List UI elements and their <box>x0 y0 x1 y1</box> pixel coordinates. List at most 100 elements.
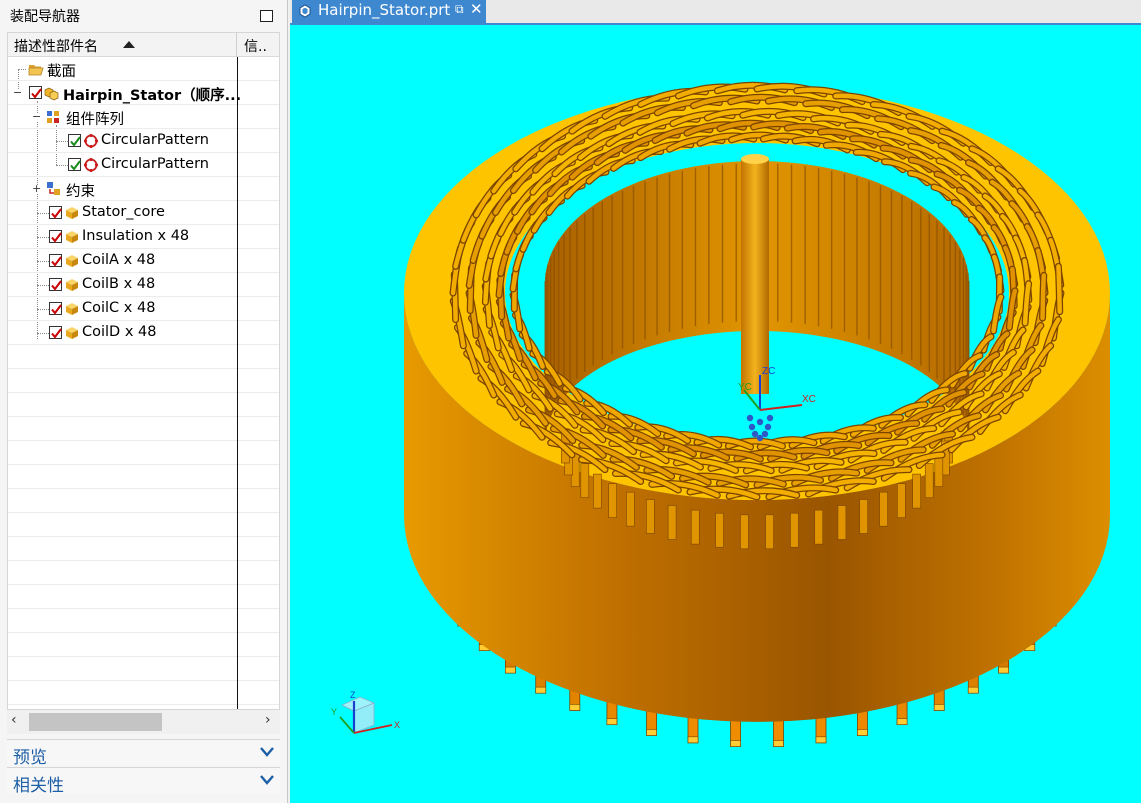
bore-hairpin <box>897 483 906 518</box>
assembly-tree[interactable]: 描述性部件名 信.. 截面 − Hairpin_Stator（顺序... − 组… <box>7 32 280 710</box>
checkbox-checked-red-icon[interactable] <box>49 230 62 243</box>
hairpin-stator-model[interactable]: ZC YC XC Z Y X <box>290 25 1141 803</box>
wcs-handle <box>756 434 764 442</box>
constraints-icon <box>47 182 60 195</box>
wcs-handle <box>746 414 754 422</box>
tree-row-constraints[interactable]: + 约束 <box>8 177 279 201</box>
bore-hairpin <box>626 491 635 527</box>
zc-label: ZC <box>762 366 775 377</box>
tree-row-coil-b[interactable]: CoilB x 48 <box>8 273 279 297</box>
tree-empty-row <box>8 441 279 465</box>
tab-hairpin-stator[interactable]: Hairpin_Stator.prt ⧉ ✕ <box>292 0 486 23</box>
part-icon <box>66 303 78 315</box>
checkbox-checked-red-icon[interactable] <box>49 254 62 267</box>
hairpin-leg-tip <box>687 736 699 744</box>
tree-row-label: Stator_core <box>82 204 165 220</box>
xc-label: XC <box>802 394 816 405</box>
sort-ascending-icon[interactable] <box>123 41 135 48</box>
tree-row-coil-a[interactable]: CoilA x 48 <box>8 249 279 273</box>
part-icon <box>66 279 78 291</box>
hairpin-crown <box>1056 264 1062 314</box>
navigator-title: 装配导航器 <box>10 9 80 25</box>
tree-row-label: 组件阵列 <box>66 112 124 128</box>
view-orientation-triad[interactable]: Z Y X <box>331 690 400 734</box>
wcs-handle <box>766 414 774 422</box>
tree-empty-row <box>8 681 279 705</box>
close-icon[interactable]: ✕ <box>470 0 483 18</box>
tree-row-insulation[interactable]: Insulation x 48 <box>8 225 279 249</box>
checkbox-checked-red-icon[interactable] <box>49 326 62 339</box>
maximize-icon[interactable] <box>260 10 273 22</box>
tree-empty-row <box>8 585 279 609</box>
collapse-icon[interactable]: − <box>32 111 41 122</box>
y-axis-label: Y <box>331 707 337 717</box>
tree-row-label: CoilC x 48 <box>82 300 156 316</box>
scrollbar-thumb[interactable] <box>29 713 162 731</box>
checkbox-checked-red-icon[interactable] <box>49 206 62 219</box>
bore-hairpin <box>879 491 888 527</box>
graphics-viewport[interactable]: ZC YC XC Z Y X <box>290 23 1141 803</box>
tree-row-coil-d[interactable]: CoilD x 48 <box>8 321 279 345</box>
hairpin-leg-tip <box>606 718 618 725</box>
bore-hairpin <box>593 473 602 509</box>
checkbox-checked-red-icon[interactable] <box>49 278 62 291</box>
tree-row-section[interactable]: 截面 <box>8 57 279 81</box>
open-folder-icon <box>28 65 44 76</box>
yc-label: YC <box>738 382 752 393</box>
wcs-handle <box>756 418 764 426</box>
hairpin-leg-tip <box>967 686 979 694</box>
bore-hairpin <box>924 463 934 498</box>
tree-empty-row <box>8 489 279 513</box>
checkbox-checked-green-icon[interactable] <box>68 158 81 171</box>
section-preview-label: 预览 <box>13 748 47 768</box>
tab-title: Hairpin_Stator.prt <box>318 1 451 19</box>
tree-empty-row <box>8 393 279 417</box>
undock-icon[interactable]: ⧉ <box>455 2 464 17</box>
column-header-part-name[interactable]: 描述性部件名 <box>14 36 98 56</box>
collapse-icon[interactable]: − <box>13 87 22 98</box>
tree-row-stator-core[interactable]: Stator_core <box>8 201 279 225</box>
component-pattern-icon <box>47 111 59 123</box>
shaft-body <box>741 159 769 394</box>
chevron-down-icon[interactable] <box>259 744 275 760</box>
bore-hairpin <box>740 514 749 550</box>
z-axis-label: Z <box>350 690 356 700</box>
tree-row-component-pattern[interactable]: − 组件阵列 <box>8 105 279 129</box>
hairpin-leg-tip <box>535 686 547 694</box>
section-dependencies[interactable]: 相关性 <box>7 767 280 796</box>
y-axis <box>339 716 355 734</box>
tree-row-hairpin-stator[interactable]: − Hairpin_Stator（顺序... <box>8 81 279 105</box>
tree-row-label: Insulation x 48 <box>82 228 190 244</box>
chevron-down-icon[interactable] <box>259 772 275 788</box>
part-icon <box>66 207 78 219</box>
scroll-right-icon[interactable]: › <box>265 712 271 728</box>
column-header-info[interactable]: 信.. <box>244 36 267 56</box>
tree-row-circular-pattern-1[interactable]: CircularPattern <box>8 129 279 153</box>
xc-axis <box>759 404 803 411</box>
tree-row-label: CoilB x 48 <box>82 276 156 292</box>
checkbox-checked-green-icon[interactable] <box>68 134 81 147</box>
tree-row-circular-pattern-2[interactable]: CircularPattern <box>8 153 279 177</box>
tree-row-coil-c[interactable]: CoilC x 48 <box>8 297 279 321</box>
nx-window: 装配导航器 描述性部件名 信.. 截面 − Hairpin_Stator（顺序.… <box>0 0 1141 803</box>
circular-pattern-icon <box>83 133 99 149</box>
scroll-left-icon[interactable]: ‹ <box>11 712 17 728</box>
part-icon <box>66 231 78 243</box>
wcs-handle <box>751 430 759 438</box>
bore-hairpin <box>715 512 724 548</box>
horizontal-scrollbar[interactable]: ‹ › <box>7 710 280 734</box>
hairpin-leg-tip <box>896 718 908 725</box>
hairpin-leg-tip <box>505 666 516 674</box>
column-divider[interactable] <box>236 33 237 57</box>
nx-part-file-icon <box>299 4 311 18</box>
expand-icon[interactable]: + <box>32 183 41 194</box>
section-preview[interactable]: 预览 <box>7 739 280 768</box>
document-tab-bar: Hairpin_Stator.prt ⧉ ✕ <box>290 0 1141 23</box>
wcs-handle <box>748 423 756 431</box>
bore-hairpin <box>646 499 655 534</box>
hairpin-leg-tip <box>569 704 581 711</box>
checkbox-checked-red-icon[interactable] <box>29 86 42 99</box>
checkbox-checked-red-icon[interactable] <box>49 302 62 315</box>
circular-pattern-icon <box>83 157 99 173</box>
hairpin-leg-tip <box>933 704 945 711</box>
